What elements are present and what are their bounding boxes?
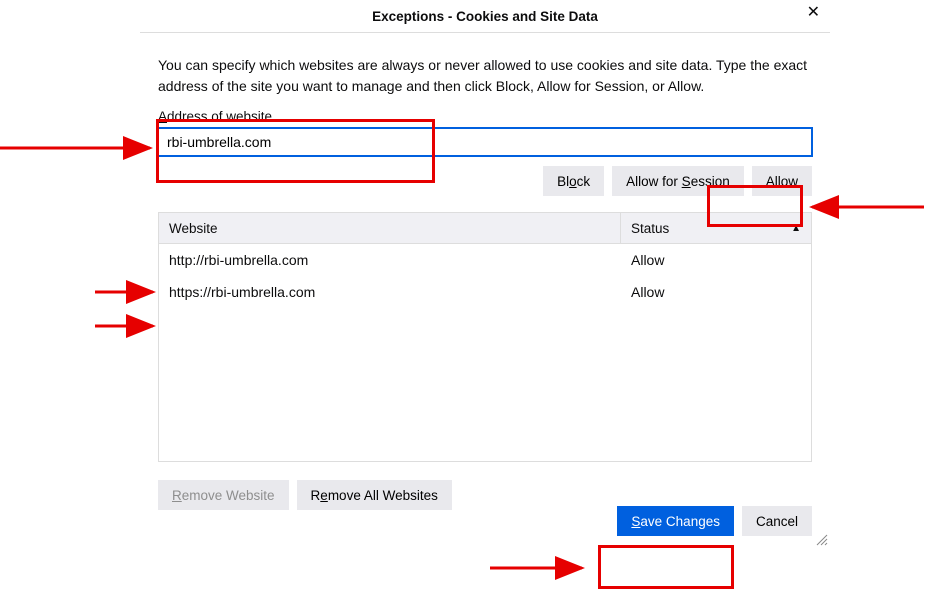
bottom-actions: Remove Website Remove All Websites Save … bbox=[158, 480, 812, 536]
resize-grip-icon[interactable] bbox=[814, 532, 828, 546]
block-button[interactable]: Block bbox=[543, 166, 604, 196]
table-row[interactable]: http://rbi-umbrella.comAllow bbox=[159, 244, 811, 276]
table-body: http://rbi-umbrella.comAllowhttps://rbi-… bbox=[159, 244, 811, 461]
table-header: Website Status ▲ bbox=[159, 213, 811, 244]
allow-button[interactable]: Allow bbox=[752, 166, 812, 196]
remove-all-websites-button[interactable]: Remove All Websites bbox=[297, 480, 452, 510]
table-row[interactable]: https://rbi-umbrella.comAllow bbox=[159, 276, 811, 308]
save-changes-button[interactable]: Save Changes bbox=[617, 506, 734, 536]
dialog-title: Exceptions - Cookies and Site Data bbox=[372, 9, 598, 24]
permission-buttons: Block Allow for Session Allow bbox=[158, 166, 812, 196]
remove-website-button: Remove Website bbox=[158, 480, 289, 510]
close-icon[interactable]: ✕ bbox=[807, 5, 820, 21]
annotation-arrow-save bbox=[490, 560, 590, 576]
annotation-arrow-left-top bbox=[0, 138, 156, 158]
allow-session-button[interactable]: Allow for Session bbox=[612, 166, 744, 196]
column-header-status[interactable]: Status ▲ bbox=[621, 213, 811, 243]
intro-text: You can specify which websites are alway… bbox=[158, 55, 812, 97]
exceptions-table: Website Status ▲ http://rbi-umbrella.com… bbox=[158, 212, 812, 462]
dialog-actions: Save Changes Cancel bbox=[617, 506, 812, 536]
column-header-website[interactable]: Website bbox=[159, 213, 621, 243]
dialog-content: You can specify which websites are alway… bbox=[152, 33, 818, 536]
cell-website: https://rbi-umbrella.com bbox=[169, 284, 631, 300]
titlebar: Exceptions - Cookies and Site Data ✕ bbox=[140, 0, 830, 33]
address-input[interactable] bbox=[158, 128, 812, 156]
cell-status: Allow bbox=[631, 284, 801, 300]
cancel-button[interactable]: Cancel bbox=[742, 506, 812, 536]
annotation-box-save bbox=[598, 545, 734, 589]
cell-website: http://rbi-umbrella.com bbox=[169, 252, 631, 268]
cell-status: Allow bbox=[631, 252, 801, 268]
sort-caret-icon: ▲ bbox=[791, 223, 801, 234]
address-label: Address of website bbox=[158, 109, 812, 124]
exceptions-dialog: Exceptions - Cookies and Site Data ✕ You… bbox=[140, 0, 830, 548]
